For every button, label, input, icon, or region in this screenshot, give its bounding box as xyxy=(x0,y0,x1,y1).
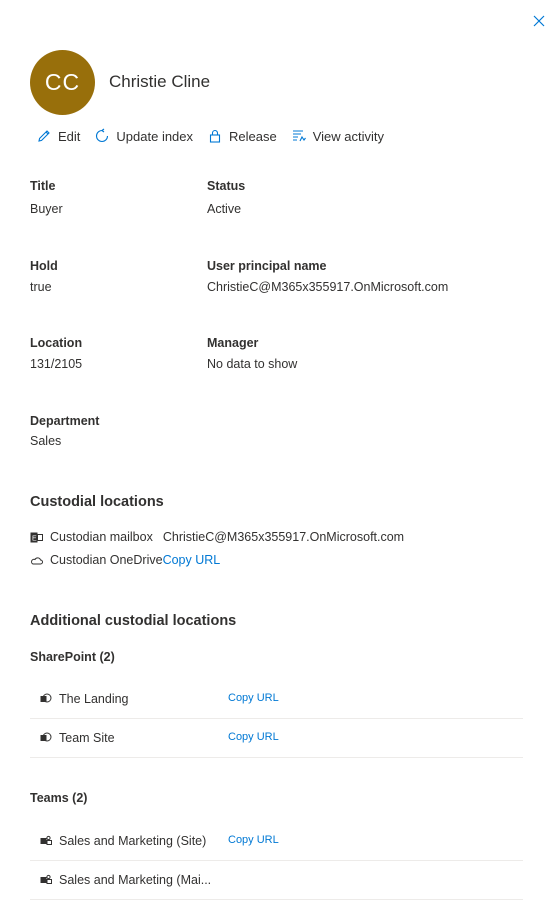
copy-url-link[interactable]: Copy URL xyxy=(228,834,279,846)
title-label: Title xyxy=(30,179,56,193)
list-item-name: Sales and Marketing (Site) xyxy=(59,834,207,848)
close-button[interactable] xyxy=(530,12,548,30)
manager-label: Manager xyxy=(207,336,259,350)
custodial-locations-title: Custodial locations xyxy=(30,494,164,510)
title-value: Buyer xyxy=(30,202,63,216)
release-button[interactable]: Release xyxy=(207,128,277,144)
hold-value: true xyxy=(30,280,52,294)
view-activity-button[interactable]: View activity xyxy=(291,128,384,144)
additional-locations-title: Additional custodial locations xyxy=(30,613,237,629)
onedrive-copy-url-link[interactable]: Copy URL xyxy=(163,553,221,567)
refresh-icon xyxy=(96,128,109,143)
status-value: Active xyxy=(207,202,242,216)
update-index-label: Update index xyxy=(116,128,194,144)
list-item: The Landing Copy URL xyxy=(30,680,523,719)
hold-label: Hold xyxy=(30,259,58,273)
manager-value: No data to show xyxy=(207,357,298,371)
list-item-name: The Landing xyxy=(59,692,129,706)
pencil-icon xyxy=(38,130,50,142)
view-activity-label: View activity xyxy=(312,128,385,144)
list-item-name: Team Site xyxy=(59,731,115,745)
toolbar: Edit Update index Release View activity xyxy=(36,126,384,146)
edit-label: Edit xyxy=(58,128,81,144)
department-value: Sales xyxy=(30,434,62,448)
custodian-mailbox-row: E Custodian mailbox ChristieC@M365x35591… xyxy=(30,530,404,544)
update-index-button[interactable]: Update index xyxy=(94,128,193,144)
location-label: Location xyxy=(30,336,83,350)
custodian-onedrive-row: Custodian OneDrive Copy URL xyxy=(30,553,220,567)
lock-icon xyxy=(209,129,221,143)
location-value: 131/2105 xyxy=(30,357,83,371)
person-name: Christie Cline xyxy=(109,72,211,91)
department-label: Department xyxy=(30,414,100,428)
copy-url-link[interactable]: Copy URL xyxy=(228,731,279,743)
activity-icon xyxy=(292,130,306,142)
mailbox-value: ChristieC@M365x355917.OnMicrosoft.com xyxy=(162,530,405,544)
close-icon xyxy=(533,15,545,27)
release-label: Release xyxy=(229,128,277,144)
copy-url-link[interactable]: Copy URL xyxy=(228,692,279,704)
svg-text:E: E xyxy=(32,535,37,542)
onedrive-label: Custodian OneDrive xyxy=(50,553,163,567)
teams-icon xyxy=(40,874,52,884)
edit-button[interactable]: Edit xyxy=(36,128,80,144)
teams-title: Teams (2) xyxy=(30,791,88,805)
list-item: Sales and Marketing (Mai... xyxy=(30,861,523,900)
avatar: CC xyxy=(30,50,95,115)
sharepoint-icon xyxy=(40,693,52,703)
sharepoint-title: SharePoint (2) xyxy=(30,650,115,664)
mailbox-label: Custodian mailbox xyxy=(50,530,153,544)
sharepoint-icon xyxy=(40,732,52,742)
status-label: Status xyxy=(207,179,246,193)
list-item-name: Sales and Marketing (Mai... xyxy=(59,873,212,887)
teams-icon xyxy=(40,835,52,845)
cloud-icon xyxy=(31,556,43,564)
upn-label: User principal name xyxy=(207,259,327,273)
list-item: Team Site Copy URL xyxy=(30,719,523,758)
upn-value: ChristieC@M365x355917.OnMicrosoft.com xyxy=(207,280,449,294)
list-item: Sales and Marketing (Site) Copy URL xyxy=(30,822,523,861)
mailbox-icon: E xyxy=(30,532,43,542)
